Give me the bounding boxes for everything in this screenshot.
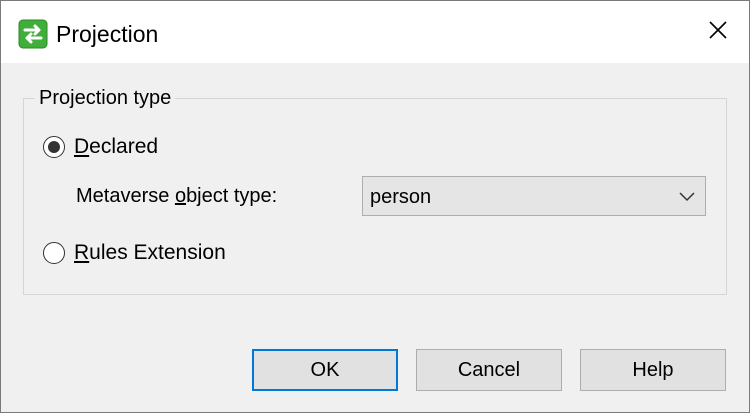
group-label: Projection type	[35, 85, 176, 111]
declared-radio-option[interactable]: Declared	[43, 134, 158, 160]
close-button[interactable]	[687, 1, 749, 63]
ok-button[interactable]: OK	[252, 349, 398, 391]
window-title: Projection	[56, 21, 159, 47]
declared-label[interactable]: Declared	[74, 134, 158, 160]
projection-dialog: Projection Projection type Declared Meta…	[0, 0, 750, 413]
title-bar[interactable]: Projection	[1, 1, 749, 63]
close-icon	[708, 20, 728, 45]
radio-selected-dot	[48, 141, 60, 153]
help-button[interactable]: Help	[580, 349, 726, 391]
metaverse-object-type-label: Metaverse object type:	[76, 185, 278, 207]
declared-radio[interactable]	[43, 136, 65, 158]
rules-extension-radio-option[interactable]: Rules Extension	[43, 240, 226, 266]
metaverse-object-type-select[interactable]: person	[362, 176, 706, 216]
chevron-down-icon[interactable]	[679, 189, 695, 202]
cancel-button[interactable]: Cancel	[416, 349, 562, 391]
rules-extension-radio[interactable]	[43, 242, 65, 264]
select-value: person	[370, 186, 432, 208]
projection-arrows-icon	[18, 19, 48, 49]
rules-extension-label[interactable]: Rules Extension	[74, 240, 226, 266]
